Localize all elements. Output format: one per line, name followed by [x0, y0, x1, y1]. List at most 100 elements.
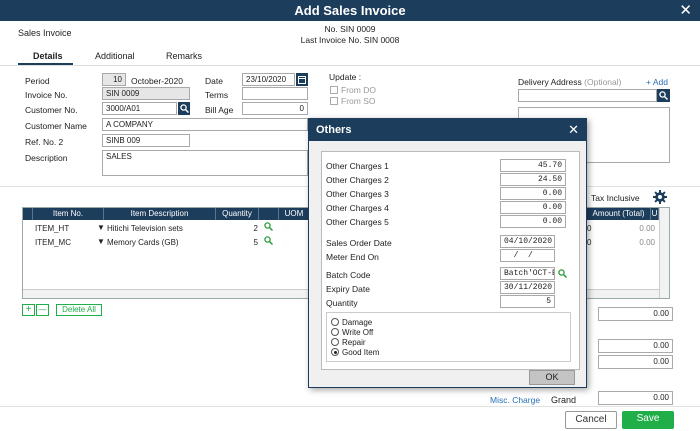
dialog-close-icon[interactable]: ✕ — [568, 122, 579, 138]
grid-head-u[interactable]: U — [651, 208, 659, 220]
good-item-radio[interactable] — [331, 348, 339, 356]
period-text: October-2020 — [131, 76, 183, 86]
other-charges-1-field[interactable]: 45.70 — [500, 159, 566, 172]
grand-label: Grand — [551, 395, 577, 405]
delete-all-button[interactable]: Delete All — [56, 304, 102, 316]
other-charges-2-label: Other Charges 2 — [326, 175, 389, 185]
total-field-1: 0.00 — [598, 307, 673, 321]
grid-head-rownum — [23, 208, 33, 220]
row1-description[interactable]: Hitichi Television sets — [107, 224, 183, 233]
damage-label: Damage — [342, 318, 373, 327]
sales-order-date-field[interactable]: 04/10/2020 — [500, 235, 555, 248]
bill-age-field[interactable]: 0 — [242, 102, 308, 115]
save-button[interactable]: Save — [622, 411, 674, 429]
row2-amount: 0.00 — [639, 238, 655, 247]
other-charges-5-label: Other Charges 5 — [326, 217, 389, 227]
grid-head-quantity[interactable]: Quantity — [216, 208, 259, 220]
grid-head-uom[interactable]: UOM — [279, 208, 310, 220]
row1-search-icon[interactable] — [264, 222, 274, 233]
footer-divider — [0, 406, 700, 407]
customer-search-icon[interactable] — [178, 102, 190, 115]
from-do-checkbox[interactable] — [330, 86, 338, 94]
grid-head-description[interactable]: Item Description — [104, 208, 216, 220]
write-off-radio[interactable] — [331, 328, 339, 336]
row2-dropdown-icon[interactable]: ▼ — [97, 237, 105, 246]
customer-no-field[interactable]: 3000/A01 — [102, 102, 177, 115]
row2-description[interactable]: Memory Cards (GB) — [107, 238, 179, 247]
other-charges-2-field[interactable]: 24.50 — [500, 173, 566, 186]
from-do-label: From DO — [341, 85, 376, 95]
grand-total-field: 0.00 — [598, 391, 673, 405]
row1-amount: 0.00 — [639, 224, 655, 233]
misc-charge-link[interactable]: Misc. Charge — [490, 395, 540, 405]
title-bar: Add Sales Invoice ✕ — [0, 0, 700, 21]
other-charges-3-field[interactable]: 0.00 — [500, 187, 566, 200]
address-search-icon[interactable] — [657, 89, 670, 102]
batch-search-icon[interactable] — [558, 269, 568, 280]
quantity-label: Quantity — [326, 298, 358, 308]
meter-end-on-field[interactable]: / / — [500, 249, 555, 262]
calendar-icon[interactable] — [296, 73, 308, 86]
dialog-title: Others — [309, 119, 586, 141]
row1-dropdown-icon[interactable]: ▼ — [97, 223, 105, 232]
others-dialog: Others ✕ Other Charges 1 45.70 Other Cha… — [308, 118, 587, 388]
write-off-label: Write Off — [342, 328, 374, 337]
delivery-address-label: Delivery Address (Optional) — [518, 77, 622, 87]
delivery-address-select[interactable] — [518, 89, 657, 102]
good-item-label: Good Item — [342, 348, 380, 357]
bill-age-label: Bill Age — [205, 105, 234, 115]
last-invoice-number: Last Invoice No. SIN 0008 — [300, 35, 400, 45]
period-field[interactable]: 10 — [102, 73, 126, 86]
cancel-button[interactable]: Cancel — [565, 411, 617, 429]
ok-button[interactable]: OK — [529, 370, 575, 385]
damage-radio[interactable] — [331, 318, 339, 326]
settings-gear-icon[interactable] — [653, 190, 667, 206]
row2-quantity[interactable]: 5 — [216, 238, 258, 247]
window-close-icon[interactable]: ✕ — [679, 1, 692, 19]
invoice-no-field[interactable]: SIN 0009 — [102, 87, 190, 100]
repair-radio[interactable] — [331, 338, 339, 346]
row1-amount-partial: 0 — [587, 224, 592, 233]
batch-code-field[interactable]: Batch'OCT-B — [500, 267, 555, 280]
row2-item-no[interactable]: ITEM_MC — [35, 238, 71, 247]
grid-head-spacer — [259, 208, 279, 220]
total-field-3: 0.00 — [598, 355, 673, 369]
tab-remarks[interactable]: Remarks — [166, 51, 202, 61]
grid-head-amount[interactable]: Amount (Total) — [587, 208, 651, 220]
period-label: Period — [25, 76, 50, 86]
customer-name-field[interactable]: A COMPANY — [102, 118, 308, 131]
terms-field[interactable] — [242, 87, 308, 100]
date-label: Date — [205, 76, 223, 86]
sales-order-date-label: Sales Order Date — [326, 238, 392, 248]
other-charges-4-field[interactable]: 0.00 — [500, 201, 566, 214]
other-charges-3-label: Other Charges 3 — [326, 189, 389, 199]
description-field[interactable]: SALES — [102, 150, 308, 176]
quantity-field[interactable]: 5 — [500, 295, 555, 308]
update-label: Update : — [329, 72, 362, 82]
batch-code-label: Batch Code — [326, 270, 371, 280]
add-address-link[interactable]: + Add — [646, 77, 668, 87]
add-row-button[interactable]: + — [22, 304, 35, 316]
total-field-2: 0.00 — [598, 339, 673, 353]
row2-amount-partial: 0 — [587, 238, 592, 247]
grid-head-item-no[interactable]: Item No. — [33, 208, 104, 220]
remove-row-button[interactable]: — — [36, 304, 49, 316]
date-field[interactable]: 23/10/2020 — [242, 73, 295, 86]
ref-no-field[interactable]: SINB 009 — [102, 134, 190, 147]
other-charges-5-field[interactable]: 0.00 — [500, 215, 566, 228]
from-so-checkbox[interactable] — [330, 97, 338, 105]
row1-item-no[interactable]: ITEM_HT — [35, 224, 69, 233]
row1-quantity[interactable]: 2 — [216, 224, 258, 233]
terms-label: Terms — [205, 90, 229, 100]
row2-search-icon[interactable] — [264, 236, 274, 247]
expiry-date-field[interactable]: 30/11/2020 — [500, 281, 555, 294]
invoice-no-label: Invoice No. — [25, 90, 68, 100]
tab-divider — [0, 65, 700, 66]
window-title: Add Sales Invoice — [294, 3, 406, 18]
meter-end-on-label: Meter End On — [326, 252, 379, 262]
tab-additional[interactable]: Additional — [95, 51, 135, 61]
ref-no-label: Ref. No. 2 — [25, 137, 64, 147]
expiry-date-label: Expiry Date — [326, 284, 370, 294]
tab-details[interactable]: Details — [33, 51, 63, 61]
grid-vertical-scrollbar[interactable] — [659, 208, 669, 298]
